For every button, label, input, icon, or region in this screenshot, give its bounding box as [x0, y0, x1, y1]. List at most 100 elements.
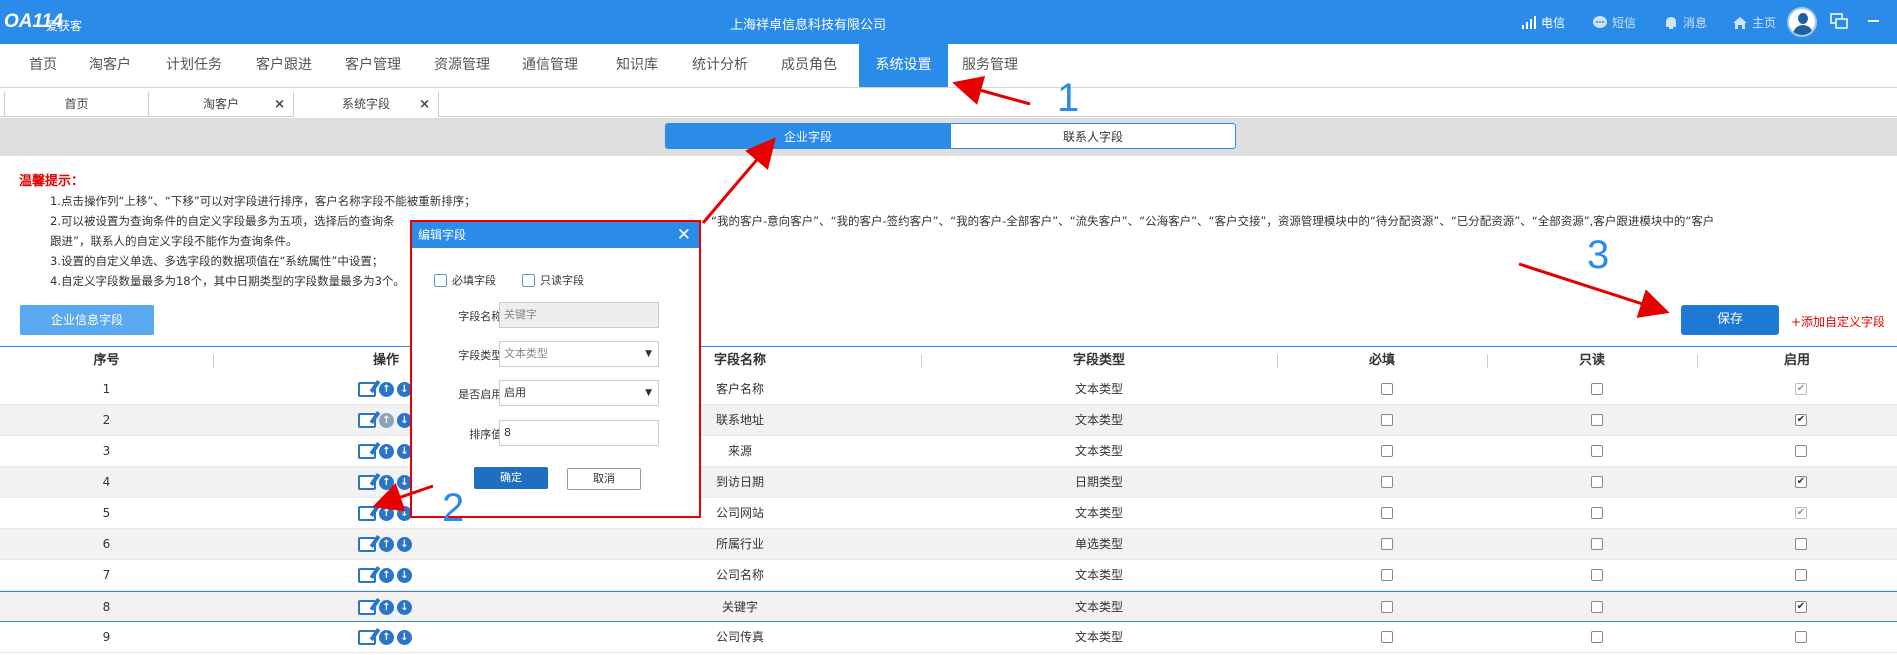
menu-plan-tasks[interactable]: 计划任务: [160, 44, 228, 87]
readonly-checkbox[interactable]: [1591, 507, 1603, 519]
menu-customer-followup[interactable]: 客户跟进: [250, 44, 318, 87]
move-up-icon[interactable]: ↑: [379, 537, 394, 552]
checkbox-box[interactable]: [434, 273, 447, 287]
move-up-icon[interactable]: ↑: [379, 382, 394, 397]
menu-members-roles[interactable]: 成员角色: [775, 44, 843, 87]
edit-icon[interactable]: [358, 600, 376, 615]
table-row[interactable]: 1 ↑ ↓ 客户名称 文本类型 ✔: [0, 374, 1897, 405]
tab-close-icon[interactable]: ×: [274, 92, 285, 117]
move-down-icon[interactable]: ↓: [397, 630, 412, 645]
menu-service-management[interactable]: 服务管理: [956, 44, 1024, 87]
tab-find-customers[interactable]: 淘客户 ×: [149, 92, 294, 117]
edit-icon[interactable]: [358, 506, 376, 521]
required-checkbox[interactable]: 必填字段: [434, 272, 496, 288]
move-up-icon[interactable]: ↑: [379, 413, 394, 428]
edit-icon[interactable]: [358, 475, 376, 490]
tab-system-fields[interactable]: 系统字段 ×: [294, 92, 439, 117]
move-down-icon[interactable]: ↓: [397, 568, 412, 583]
required-checkbox[interactable]: [1381, 569, 1393, 581]
table-row[interactable]: 2 ↑ ↓ 联系地址 文本类型 ✔: [0, 405, 1897, 436]
enabled-checkbox[interactable]: [1795, 445, 1807, 457]
user-avatar[interactable]: [1787, 7, 1817, 37]
enterprise-info-fields-button[interactable]: 企业信息字段: [20, 305, 154, 335]
readonly-checkbox[interactable]: [1591, 476, 1603, 488]
enabled-checkbox[interactable]: ✔: [1795, 476, 1807, 488]
table-row[interactable]: 5 ↑ ↓ 公司网站 文本类型 ✔: [0, 498, 1897, 529]
enabled-checkbox[interactable]: ✔: [1795, 601, 1807, 613]
minimize-icon[interactable]: [1868, 20, 1879, 22]
tab-home[interactable]: 首页: [4, 92, 149, 117]
edit-icon[interactable]: [358, 537, 376, 552]
menu-communication-management[interactable]: 通信管理: [516, 44, 584, 87]
required-checkbox[interactable]: [1381, 601, 1393, 613]
required-checkbox[interactable]: [1381, 414, 1393, 426]
checkbox-box[interactable]: [522, 273, 535, 287]
readonly-checkbox[interactable]: [1591, 538, 1603, 550]
table-row[interactable]: 9 ↑ ↓ 公司传真 文本类型: [0, 622, 1897, 653]
edit-icon[interactable]: [358, 568, 376, 583]
enabled-checkbox[interactable]: ✔: [1795, 383, 1807, 395]
edit-icon[interactable]: [358, 444, 376, 459]
required-checkbox[interactable]: [1381, 538, 1393, 550]
required-checkbox[interactable]: [1381, 631, 1393, 643]
field-type-select[interactable]: 文本类型 ▼: [499, 341, 659, 367]
edit-icon[interactable]: [358, 413, 376, 428]
table-row[interactable]: 4 ↑ ↓ 到访日期 日期类型 ✔: [0, 467, 1897, 498]
move-down-icon[interactable]: ↓: [397, 600, 412, 615]
required-checkbox[interactable]: [1381, 383, 1393, 395]
move-up-icon[interactable]: ↑: [379, 506, 394, 521]
menu-statistics[interactable]: 统计分析: [686, 44, 754, 87]
move-up-icon[interactable]: ↑: [379, 600, 394, 615]
enabled-checkbox[interactable]: [1795, 538, 1807, 550]
table-row[interactable]: 3 ↑ ↓ 来源 文本类型: [0, 436, 1897, 467]
table-row[interactable]: 7 ↑ ↓ 公司名称 文本类型: [0, 560, 1897, 591]
menu-system-settings[interactable]: 系统设置: [859, 44, 948, 87]
move-up-icon[interactable]: ↑: [379, 568, 394, 583]
move-up-icon[interactable]: ↑: [379, 475, 394, 490]
save-button[interactable]: 保存: [1681, 305, 1779, 335]
field-name-input[interactable]: 关键字: [499, 302, 659, 328]
signal-status[interactable]: 电信: [1521, 14, 1565, 31]
readonly-checkbox[interactable]: [1591, 631, 1603, 643]
readonly-checkbox[interactable]: 只读字段: [522, 272, 584, 288]
readonly-checkbox[interactable]: [1591, 569, 1603, 581]
enabled-select[interactable]: 启用 ▼: [499, 380, 659, 406]
close-icon[interactable]: ✕: [677, 222, 691, 248]
message-link[interactable]: 消息: [1663, 14, 1707, 31]
table-row[interactable]: 8 ↑ ↓ 关键字 文本类型 ✔: [0, 591, 1897, 622]
readonly-checkbox[interactable]: [1591, 414, 1603, 426]
segment-contact-fields[interactable]: 联系人字段: [950, 123, 1236, 149]
switch-screen-icon[interactable]: [1830, 13, 1848, 32]
move-up-icon[interactable]: ↑: [379, 630, 394, 645]
move-up-icon[interactable]: ↑: [379, 444, 394, 459]
segment-enterprise-fields[interactable]: 企业字段: [665, 123, 951, 149]
enabled-checkbox[interactable]: [1795, 631, 1807, 643]
enabled-checkbox[interactable]: ✔: [1795, 507, 1807, 519]
enabled-checkbox[interactable]: ✔: [1795, 414, 1807, 426]
edit-icon[interactable]: [358, 382, 376, 397]
readonly-checkbox[interactable]: [1591, 383, 1603, 395]
enabled-checkbox[interactable]: [1795, 569, 1807, 581]
required-checkbox[interactable]: [1381, 445, 1393, 457]
readonly-checkbox[interactable]: [1591, 601, 1603, 613]
sort-value-input[interactable]: 8: [499, 420, 659, 446]
tab-close-icon[interactable]: ×: [419, 92, 430, 117]
tab-home-label: 首页: [64, 97, 89, 111]
home-link[interactable]: 主页: [1732, 14, 1776, 31]
add-custom-field-link[interactable]: +添加自定义字段: [1791, 313, 1885, 330]
menu-find-customers[interactable]: 淘客户: [84, 44, 136, 87]
confirm-button[interactable]: 确定: [474, 467, 548, 489]
field-name-cell: 关键字: [721, 600, 758, 614]
sms-link[interactable]: 短信: [1592, 14, 1636, 31]
menu-knowledge-base[interactable]: 知识库: [605, 44, 669, 87]
menu-home[interactable]: 首页: [17, 44, 69, 87]
required-checkbox[interactable]: [1381, 507, 1393, 519]
required-checkbox[interactable]: [1381, 476, 1393, 488]
readonly-checkbox[interactable]: [1591, 445, 1603, 457]
menu-resource-management[interactable]: 资源管理: [428, 44, 496, 87]
cancel-button[interactable]: 取消: [567, 468, 641, 490]
edit-icon[interactable]: [358, 630, 376, 645]
menu-customer-management[interactable]: 客户管理: [339, 44, 407, 87]
table-row[interactable]: 6 ↑ ↓ 所属行业 单选类型: [0, 529, 1897, 560]
move-down-icon[interactable]: ↓: [397, 537, 412, 552]
